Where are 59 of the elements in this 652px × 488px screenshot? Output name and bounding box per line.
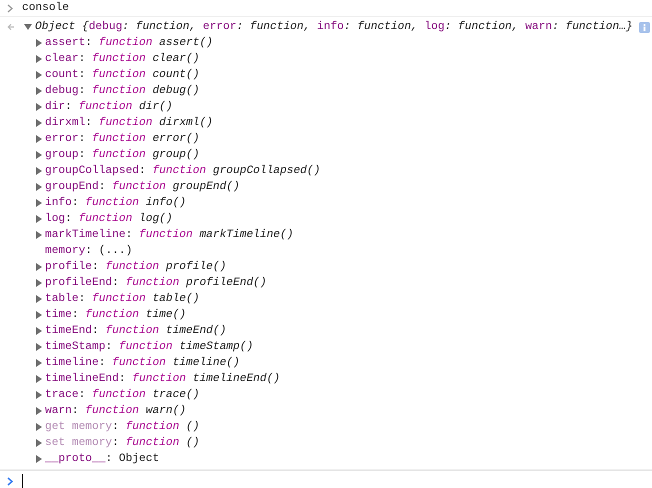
triangle-icon[interactable] xyxy=(36,199,42,207)
property-line: dirxml: function dirxml() xyxy=(45,116,213,131)
triangle-icon[interactable] xyxy=(36,295,42,303)
triangle-icon[interactable] xyxy=(36,183,42,191)
triangle-icon[interactable] xyxy=(36,87,42,95)
triangle-icon[interactable] xyxy=(36,39,42,47)
triangle-icon[interactable] xyxy=(36,391,42,399)
triangle-icon[interactable] xyxy=(36,311,42,319)
triangle-icon[interactable] xyxy=(36,343,42,351)
triangle-icon[interactable] xyxy=(36,455,42,463)
property-line: profile: function profile() xyxy=(45,260,226,275)
property-line: time: function time() xyxy=(45,308,186,323)
property-line: dir: function dir() xyxy=(45,100,173,115)
property-line: log: function log() xyxy=(45,212,173,227)
triangle-icon[interactable] xyxy=(36,167,42,175)
property-line: assert: function assert() xyxy=(45,36,213,51)
triangle-icon[interactable] xyxy=(36,263,42,271)
triangle-icon[interactable] xyxy=(36,215,42,223)
property-line: groupEnd: function groupEnd() xyxy=(45,180,240,195)
triangle-icon[interactable] xyxy=(36,119,42,127)
triangle-icon[interactable] xyxy=(36,231,42,239)
property-line: info: function info() xyxy=(45,196,186,211)
property-line: memory: (...) xyxy=(45,244,132,259)
property-line: profileEnd: function profileEnd() xyxy=(45,276,267,291)
triangle-icon[interactable] xyxy=(36,439,42,447)
property-line: timeEnd: function timeEnd() xyxy=(45,324,226,339)
property-line: markTimeline: function markTimeline() xyxy=(45,228,294,243)
triangle-icon[interactable] xyxy=(36,359,42,367)
triangle-icon[interactable] xyxy=(36,407,42,415)
property-line: trace: function trace() xyxy=(45,388,200,403)
prompt-icon xyxy=(7,4,13,12)
property-line: get memory: function () xyxy=(45,420,200,435)
property-line: set memory: function () xyxy=(45,436,200,451)
property-line: count: function count() xyxy=(45,68,200,83)
property-line: timelineEnd: function timelineEnd() xyxy=(45,372,280,387)
property-line: error: function error() xyxy=(45,132,200,147)
property-line: warn: function warn() xyxy=(45,404,186,419)
property-line: debug: function debug() xyxy=(45,84,200,99)
property-line: clear: function clear() xyxy=(45,52,200,67)
triangle-icon[interactable] xyxy=(36,327,42,335)
result-arrow-icon xyxy=(7,23,15,31)
prompt-icon xyxy=(7,476,13,486)
property-line: timeStamp: function timeStamp() xyxy=(45,340,254,355)
triangle-icon[interactable] xyxy=(24,23,32,31)
triangle-icon[interactable] xyxy=(36,135,42,143)
object-summary: Object {debug: function, error: function, info: function, log: function, warn: function…} xyxy=(35,20,633,35)
command-text: console xyxy=(22,0,69,16)
property-line: group: function group() xyxy=(45,148,200,163)
property-line: table: function table() xyxy=(45,292,200,307)
triangle-icon[interactable] xyxy=(36,71,42,79)
triangle-icon[interactable] xyxy=(36,423,42,431)
triangle-icon[interactable] xyxy=(36,151,42,159)
triangle-icon[interactable] xyxy=(36,55,42,63)
triangle-icon[interactable] xyxy=(36,375,42,383)
triangle-icon[interactable] xyxy=(36,279,42,287)
property-line: timeline: function timeline() xyxy=(45,356,240,371)
triangle-icon[interactable] xyxy=(36,103,42,111)
property-line: groupCollapsed: function groupCollapsed() xyxy=(45,164,320,179)
property-line: __proto__: Object xyxy=(45,452,160,467)
